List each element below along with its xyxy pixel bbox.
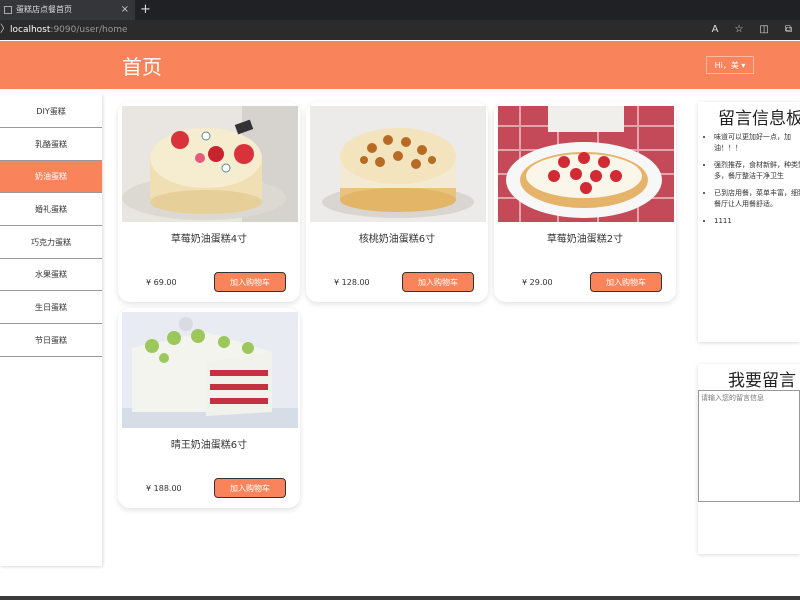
sidebar-item-fruit[interactable]: 水果蛋糕 <box>0 259 102 291</box>
product-card: 草莓奶油蛋糕4寸 ¥ 69.00 加入购物车 <box>118 102 300 302</box>
sidebar-item-cream[interactable]: 奶油蛋糕 <box>0 161 102 193</box>
reload-icon[interactable]: 〉 <box>0 20 10 40</box>
sidebar-item-festival[interactable]: 节日蛋糕 <box>0 325 102 357</box>
taskbar <box>0 596 800 600</box>
url-path: :9090/user/home <box>50 25 128 35</box>
collections-icon[interactable]: ⧉ <box>785 20 792 40</box>
message-item: 强烈推荐，食材新鲜，种类繁多，餐厅整洁干净卫生 <box>714 160 800 182</box>
message-input[interactable] <box>698 390 800 502</box>
product-image-strawberry-cake[interactable] <box>122 106 298 222</box>
product-card: 草莓奶油蛋糕2寸 ¥ 29.00 加入购物车 <box>494 102 676 302</box>
product-card: 核桃奶油蛋糕6寸 ¥ 128.00 加入购物车 <box>306 102 488 302</box>
write-message-panel: 我要留言 <box>698 364 800 554</box>
write-message-title: 我要留言 <box>728 371 796 391</box>
page-header: 首页 <box>0 41 800 89</box>
split-screen-icon[interactable]: ◫ <box>759 20 768 40</box>
product-price: ¥ 69.00 <box>146 278 177 287</box>
user-menu-button[interactable]: Hi，美 ▾ <box>706 56 754 74</box>
tab-title: 蛋糕店点餐首页 <box>16 5 72 14</box>
product-image-grape-cake[interactable] <box>122 312 298 428</box>
message-item: 1111 <box>714 216 800 227</box>
browser-tab[interactable]: 蛋糕店点餐首页 × <box>0 0 135 20</box>
add-to-cart-button[interactable]: 加入购物车 <box>214 478 286 498</box>
category-sidebar: DIY蛋糕 乳酪蛋糕 奶油蛋糕 婚礼蛋糕 巧克力蛋糕 水果蛋糕 生日蛋糕 节日蛋… <box>0 94 102 566</box>
message-board: 留言信息板 味道可以更加好一点，加油！！！ 强烈推荐，食材新鲜，种类繁多，餐厅整… <box>698 102 800 342</box>
product-card: 晴王奶油蛋糕6寸 ¥ 188.00 加入购物车 <box>118 308 300 508</box>
product-image-strawberry-tart[interactable] <box>498 106 674 222</box>
add-to-cart-button[interactable]: 加入购物车 <box>214 272 286 292</box>
product-price: ¥ 188.00 <box>146 484 182 493</box>
url-field[interactable]: localhost:9090/user/home <box>10 20 128 40</box>
url-host: localhost <box>10 25 51 35</box>
product-price: ¥ 128.00 <box>334 278 370 287</box>
add-to-cart-button[interactable]: 加入购物车 <box>590 272 662 292</box>
read-aloud-icon[interactable]: A <box>712 20 719 40</box>
address-bar: 〉 localhost:9090/user/home A ☆ ◫ ⧉ <box>0 20 800 40</box>
message-board-title: 留言信息板 <box>718 109 800 129</box>
sidebar-item-wedding[interactable]: 婚礼蛋糕 <box>0 194 102 226</box>
message-item: 味道可以更加好一点，加油！！！ <box>714 132 800 154</box>
close-tab-icon[interactable]: × <box>121 0 129 20</box>
product-price: ¥ 29.00 <box>522 278 553 287</box>
sidebar-item-birthday[interactable]: 生日蛋糕 <box>0 292 102 324</box>
sidebar-item-diy[interactable]: DIY蛋糕 <box>0 96 102 128</box>
add-to-cart-button[interactable]: 加入购物车 <box>402 272 474 292</box>
product-name: 草莓奶油蛋糕4寸 <box>170 234 248 245</box>
page-icon <box>4 6 12 14</box>
message-item: 已到店用餐，菜单丰富，细致，餐厅让人用餐舒适。 <box>714 188 800 210</box>
browser-tab-bar: 蛋糕店点餐首页 × + <box>0 0 800 20</box>
favorite-icon[interactable]: ☆ <box>734 20 743 40</box>
product-image-walnut-cake[interactable] <box>310 106 486 222</box>
sidebar-item-chocolate[interactable]: 巧克力蛋糕 <box>0 227 102 259</box>
product-name: 核桃奶油蛋糕6寸 <box>358 234 436 245</box>
page-title: 首页 <box>122 55 162 79</box>
product-name: 草莓奶油蛋糕2寸 <box>546 234 624 245</box>
message-list: 味道可以更加好一点，加油！！！ 强烈推荐，食材新鲜，种类繁多，餐厅整洁干净卫生 … <box>706 132 800 233</box>
sidebar-item-cheese[interactable]: 乳酪蛋糕 <box>0 129 102 161</box>
product-name: 晴王奶油蛋糕6寸 <box>170 440 248 451</box>
new-tab-icon[interactable]: + <box>140 0 151 20</box>
